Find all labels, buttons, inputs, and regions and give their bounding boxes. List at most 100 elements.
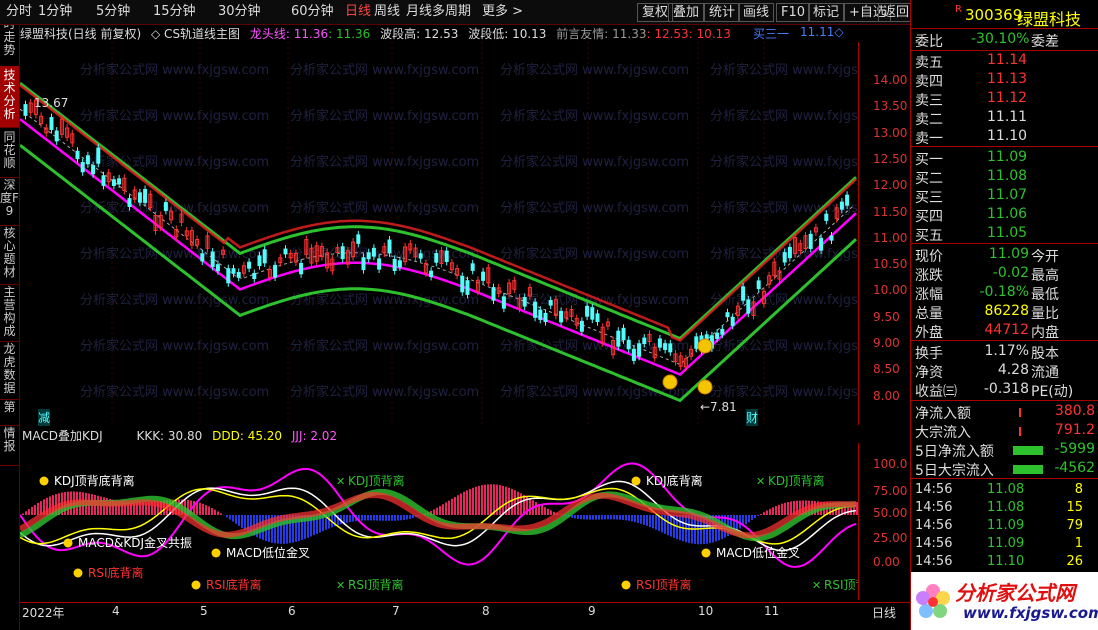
divider: [911, 243, 1098, 244]
period-tab[interactable]: 多周期: [432, 3, 471, 21]
side-tab[interactable]: 核心题材: [0, 224, 19, 285]
period-tab[interactable]: 5分钟: [96, 3, 130, 21]
main-price-chart[interactable]: 分析家公式网 www.fxjgsw.com 分析家公式网 www.fxjgsw.c…: [19, 42, 899, 426]
stat-label2: 最高: [1031, 268, 1059, 284]
stat-value: -0.18%: [979, 284, 1029, 300]
tick-time: 14:56: [915, 482, 953, 497]
period-tab[interactable]: 15分钟: [153, 3, 196, 21]
watermark-text: 分析家公式网 www.fxjgsw.com: [500, 200, 689, 216]
stat-label: 外盘: [915, 325, 943, 341]
toolbar-button[interactable]: 统计: [704, 3, 741, 22]
ask-price: 11.12: [987, 90, 1028, 106]
weibi-label: 委比: [915, 34, 943, 50]
stock-title[interactable]: 绿盟科技(日线 前复权): [20, 27, 141, 41]
price-tick: 12.50: [873, 151, 908, 166]
period-tab[interactable]: 周线: [374, 3, 400, 21]
ask-label: 卖二: [915, 112, 943, 128]
side-tab[interactable]: 龙虎数据: [0, 340, 19, 400]
indicator-name[interactable]: ◇ CS轨道线主图: [151, 27, 240, 41]
signal-label: MACD低位金叉: [226, 545, 310, 560]
signal-label: RSI底背离: [88, 565, 144, 580]
cross-marker: ✕: [336, 475, 345, 488]
ask-row[interactable]: 卖二 11.11: [913, 109, 1097, 128]
period-tab[interactable]: 30分钟: [218, 3, 261, 21]
flow-row: 5日大宗流入 -4562: [913, 460, 1097, 479]
bid-row[interactable]: 买三 11.07: [913, 187, 1097, 206]
tick-volume: 1: [1074, 536, 1083, 551]
bid-row[interactable]: 买五 11.05: [913, 225, 1097, 244]
ask-price: 11.10: [987, 128, 1028, 144]
side-tab[interactable]: 第: [0, 398, 19, 426]
sub-indicator-name[interactable]: MACD叠加KDJ: [22, 429, 103, 443]
toolbar-button[interactable]: 返回: [878, 3, 915, 22]
toolbar-button[interactable]: 标记: [808, 3, 845, 22]
period-tab[interactable]: 更多 >: [482, 3, 523, 21]
bid-row[interactable]: 买一 11.09: [913, 149, 1097, 168]
logo-url: www.fxjgsw.com: [963, 604, 1098, 622]
side-tab[interactable]: 技术分析: [0, 66, 19, 128]
watermark-text: 分析家公式网 www.fxjgsw.com: [80, 62, 269, 78]
dot-marker: [621, 580, 631, 590]
ask-price: 11.13: [987, 71, 1028, 87]
watermark-text: 分析家公式网 www.fxjgsw.com: [290, 338, 479, 354]
tick-row[interactable]: 14:56 11.10 26: [913, 554, 1097, 573]
period-tab[interactable]: 1分钟: [38, 3, 72, 21]
toolbar-button[interactable]: 画线: [738, 3, 775, 22]
ask-row[interactable]: 卖三 11.12: [913, 90, 1097, 109]
bodong-high-label: 波段高:: [380, 27, 425, 41]
tick-row[interactable]: 14:56 11.09 1: [913, 536, 1097, 555]
sub-chart-svg[interactable]: KDJ顶背底背离 ✕ KDJ顶背离 KDJ底背离 ✕ KDJ顶背离MACD&KDJ金叉共振…: [18, 443, 880, 600]
divider: [911, 478, 1098, 479]
period-tab[interactable]: 60分钟: [291, 3, 334, 21]
side-tab[interactable]: 同花顺: [0, 128, 19, 178]
tick-time: 14:56: [915, 536, 953, 551]
watermark-text: 分析家公式网 www.fxjgsw.com: [290, 200, 479, 216]
period-tab[interactable]: 日线: [345, 3, 371, 21]
toolbar-button[interactable]: 叠加: [668, 3, 705, 22]
stat-label2: 股本: [1031, 346, 1059, 362]
tick-time: 14:56: [915, 554, 953, 569]
jjj-value: 2.02: [310, 429, 338, 443]
macd-kdj-chart[interactable]: KDJ顶背底背离 ✕ KDJ顶背离 KDJ底背离 ✕ KDJ顶背离 MACD&KDJ金叉共振…: [18, 443, 880, 600]
dot-marker: [701, 548, 711, 558]
side-tab[interactable]: 深度F9: [0, 176, 19, 226]
tick-row[interactable]: 14:56 11.08 8: [913, 482, 1097, 501]
side-tab[interactable]: 主营构成: [0, 283, 19, 342]
bid-row[interactable]: 买二 11.08: [913, 168, 1097, 187]
dot-marker: [39, 476, 49, 486]
buy-three-label: 买三一: [753, 27, 790, 41]
period-tab[interactable]: 月线: [406, 3, 432, 21]
price-tick: 13.00: [873, 125, 908, 140]
cross-marker: ✕: [336, 579, 345, 592]
flow-label: 大宗流入: [915, 425, 971, 441]
bid-label: 买三: [915, 190, 943, 206]
dot-marker: [73, 568, 83, 578]
date-tick: 7: [392, 604, 400, 618]
stat-row: 收益㈢ -0.318 PE(动): [913, 381, 1097, 400]
ask-row[interactable]: 卖四 11.13: [913, 71, 1097, 90]
ask-label: 卖三: [915, 93, 943, 109]
side-tab[interactable]: 情报: [0, 424, 19, 466]
sub-tick: 25.00: [873, 531, 908, 545]
bid-row[interactable]: 买四 11.06: [913, 206, 1097, 225]
price-tick: 9.50: [873, 309, 900, 324]
bid-price: 11.08: [987, 168, 1028, 184]
stat-label: 涨跌: [915, 268, 943, 284]
ask-row[interactable]: 卖一 11.10: [913, 128, 1097, 147]
signal-label: KDJ顶背底背离: [54, 473, 135, 488]
period-tab[interactable]: 分时: [6, 3, 32, 21]
divider: [911, 340, 1098, 341]
flow-bar: [1019, 427, 1021, 436]
watermark-text: 分析家公式网 www.fxjgsw.com: [80, 384, 269, 400]
price-chart-svg[interactable]: 分析家公式网 www.fxjgsw.com 分析家公式网 www.fxjgsw.c…: [19, 42, 899, 425]
ask-row[interactable]: 卖五 11.14: [913, 52, 1097, 71]
price-tick: 8.50: [873, 362, 900, 377]
toolbar-button[interactable]: F10: [776, 3, 811, 22]
tick-volume: 79: [1066, 518, 1083, 533]
stat-label2: 今开: [1031, 249, 1059, 265]
tick-row[interactable]: 14:56 11.09 79: [913, 518, 1097, 537]
stat-row: 外盘 44712 内盘: [913, 322, 1097, 341]
tick-row[interactable]: 14:56 11.08 15: [913, 500, 1097, 519]
watermark-text: 分析家公式网 www.fxjgsw.com: [290, 384, 479, 400]
flow-row: 5日净流入额 -5999: [913, 441, 1097, 460]
